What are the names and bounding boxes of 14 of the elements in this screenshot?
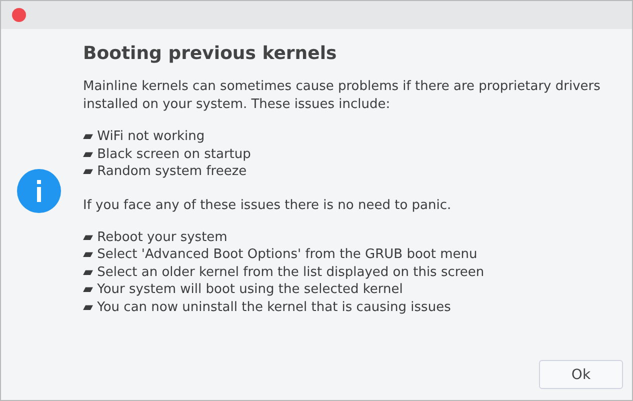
close-icon[interactable] <box>12 8 26 22</box>
issue-item: ▰ Random system freeze <box>83 163 248 180</box>
issue-item: ▰ Black screen on startup <box>83 146 252 163</box>
intro-text: Mainline kernels can sometimes cause problems if there are proprietary drivers installed on your system. These issues include: <box>83 78 602 114</box>
ok-button[interactable]: Ok <box>539 360 623 389</box>
issue-item: ▰ WiFi not working <box>83 128 206 146</box>
advice-text: If you face any of these issues there is no need to panic. <box>83 196 452 214</box>
step-item: ▰ Select 'Advanced Boot Options' from the GRUB boot menu <box>83 246 478 264</box>
step-item: ▰ Reboot your system <box>83 228 228 246</box>
step-item: ▰ Select an older kernel from the list displayed on this screen <box>83 264 486 281</box>
dialog-title: Booting previous kernels <box>83 43 338 64</box>
step-item: ▰ You can now uninstall the kernel that is causing issues <box>83 298 452 316</box>
step-item: ▰ Your system will boot using the selected kernel <box>83 281 404 298</box>
info-icon <box>17 168 61 212</box>
